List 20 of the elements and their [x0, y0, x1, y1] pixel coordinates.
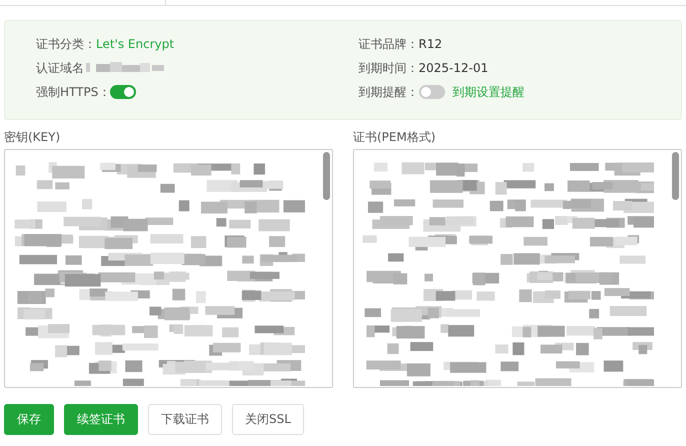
- action-button[interactable]: 保存: [4, 404, 54, 435]
- action-button[interactable]: 关闭SSL: [232, 404, 304, 435]
- action-button[interactable]: 续签证书: [64, 404, 138, 435]
- field-value: 2025-12-01: [418, 61, 488, 75]
- reminder-link[interactable]: 到期设置提醒: [452, 84, 524, 100]
- field-label: 强制HTTPS：: [36, 84, 110, 100]
- field-label: 到期提醒：: [358, 84, 418, 100]
- scrollbar-thumb[interactable]: [323, 152, 330, 200]
- field-value: R12: [418, 37, 442, 51]
- toggle-switch[interactable]: [418, 85, 444, 99]
- field-label: 到期时间：: [358, 60, 418, 76]
- field-label: 证书分类：: [36, 36, 96, 52]
- field-value: Let's Encrypt: [96, 37, 174, 51]
- editor-label: 证书(PEM格式): [353, 129, 437, 145]
- editor-label: 密钥(KEY): [4, 129, 62, 145]
- toggle-switch[interactable]: [110, 85, 136, 99]
- scrollbar-thumb[interactable]: [672, 152, 679, 200]
- field-label: 认证域名: [36, 60, 84, 76]
- action-button[interactable]: 下载证书: [148, 404, 222, 435]
- field-label: 证书品牌：: [358, 36, 418, 52]
